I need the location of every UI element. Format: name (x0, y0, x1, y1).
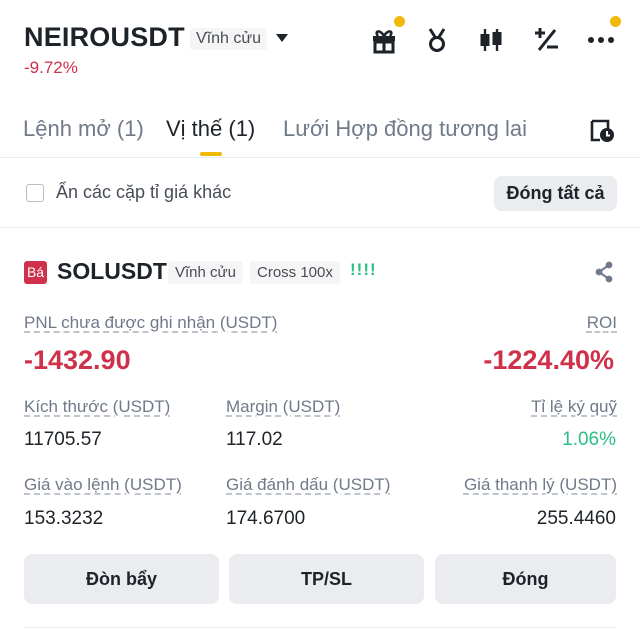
liquidation-price-label[interactable]: Giá thanh lý (USDT) (464, 475, 617, 495)
close-all-button[interactable]: Đóng tất cả (494, 176, 617, 211)
roi-label[interactable]: ROI (587, 313, 617, 333)
pnl-value: -1432.90 (24, 345, 131, 375)
candlestick-icon[interactable] (476, 26, 506, 54)
symbol-title[interactable]: NEIROUSDT (24, 22, 185, 53)
mark-price-label[interactable]: Giá đánh dấu (USDT) (226, 475, 390, 495)
tpsl-button[interactable]: TP/SL (229, 554, 424, 604)
entry-price-value: 153.3232 (24, 508, 104, 529)
active-tab-indicator (200, 152, 222, 156)
tab-open-orders[interactable]: Lệnh mở (1) (23, 116, 144, 142)
size-value: 11705.57 (24, 429, 102, 450)
contract-type-tag: Vĩnh cửu (190, 28, 267, 50)
chevron-down-icon[interactable] (276, 34, 288, 42)
margin-label[interactable]: Margin (USDT) (226, 397, 340, 417)
size-label[interactable]: Kích thước (USDT) (24, 397, 170, 417)
hide-other-pairs-label[interactable]: Ẩn các cặp tỉ giá khác (56, 182, 231, 203)
margin-ratio-label[interactable]: Tỉ lệ ký quỹ (531, 397, 617, 417)
side-badge: Bá (24, 261, 47, 284)
hide-other-pairs-checkbox[interactable] (26, 184, 44, 202)
margin-value: 117.02 (226, 429, 283, 450)
share-icon[interactable] (594, 261, 614, 283)
notification-dot (394, 16, 405, 27)
roi-value: -1224.40% (483, 345, 614, 375)
position-card: Bá SOLUSDT Vĩnh cửu Cross 100x !!!! PNL … (0, 229, 640, 629)
more-icon[interactable] (586, 26, 616, 54)
tab-positions[interactable]: Vị thế (1) (166, 116, 255, 142)
leverage-button[interactable]: Đòn bẩy (24, 554, 219, 604)
risk-indicator: !!!! (350, 260, 377, 279)
contract-type-tag: Vĩnh cửu (168, 261, 243, 284)
margin-ratio-value: 1.06% (562, 429, 616, 450)
gift-icon[interactable] (369, 26, 399, 54)
notification-dot (610, 16, 621, 27)
margin-mode-tag[interactable]: Cross 100x (250, 261, 340, 284)
tab-futures-grid[interactable]: Lưới Hợp đồng tương lai (283, 116, 527, 142)
calculator-icon[interactable] (531, 26, 561, 54)
entry-price-label[interactable]: Giá vào lệnh (USDT) (24, 475, 182, 495)
close-position-button[interactable]: Đóng (435, 554, 616, 604)
tab-bar: Lệnh mở (1) Vị thế (1) Lưới Hợp đồng tươ… (0, 110, 640, 158)
medal-icon[interactable] (422, 26, 452, 54)
history-icon[interactable] (588, 116, 616, 144)
header: NEIROUSDT Vĩnh cửu -9.72% (0, 0, 640, 95)
mark-price-value: 174.6700 (226, 508, 306, 529)
price-change: -9.72% (24, 58, 78, 77)
filter-row: Ẩn các cặp tỉ giá khác Đóng tất cả (0, 158, 640, 228)
position-symbol[interactable]: SOLUSDT (57, 258, 167, 285)
liquidation-price-value: 255.4460 (536, 508, 616, 529)
divider (24, 627, 616, 628)
pnl-label[interactable]: PNL chưa được ghi nhận (USDT) (24, 313, 277, 333)
